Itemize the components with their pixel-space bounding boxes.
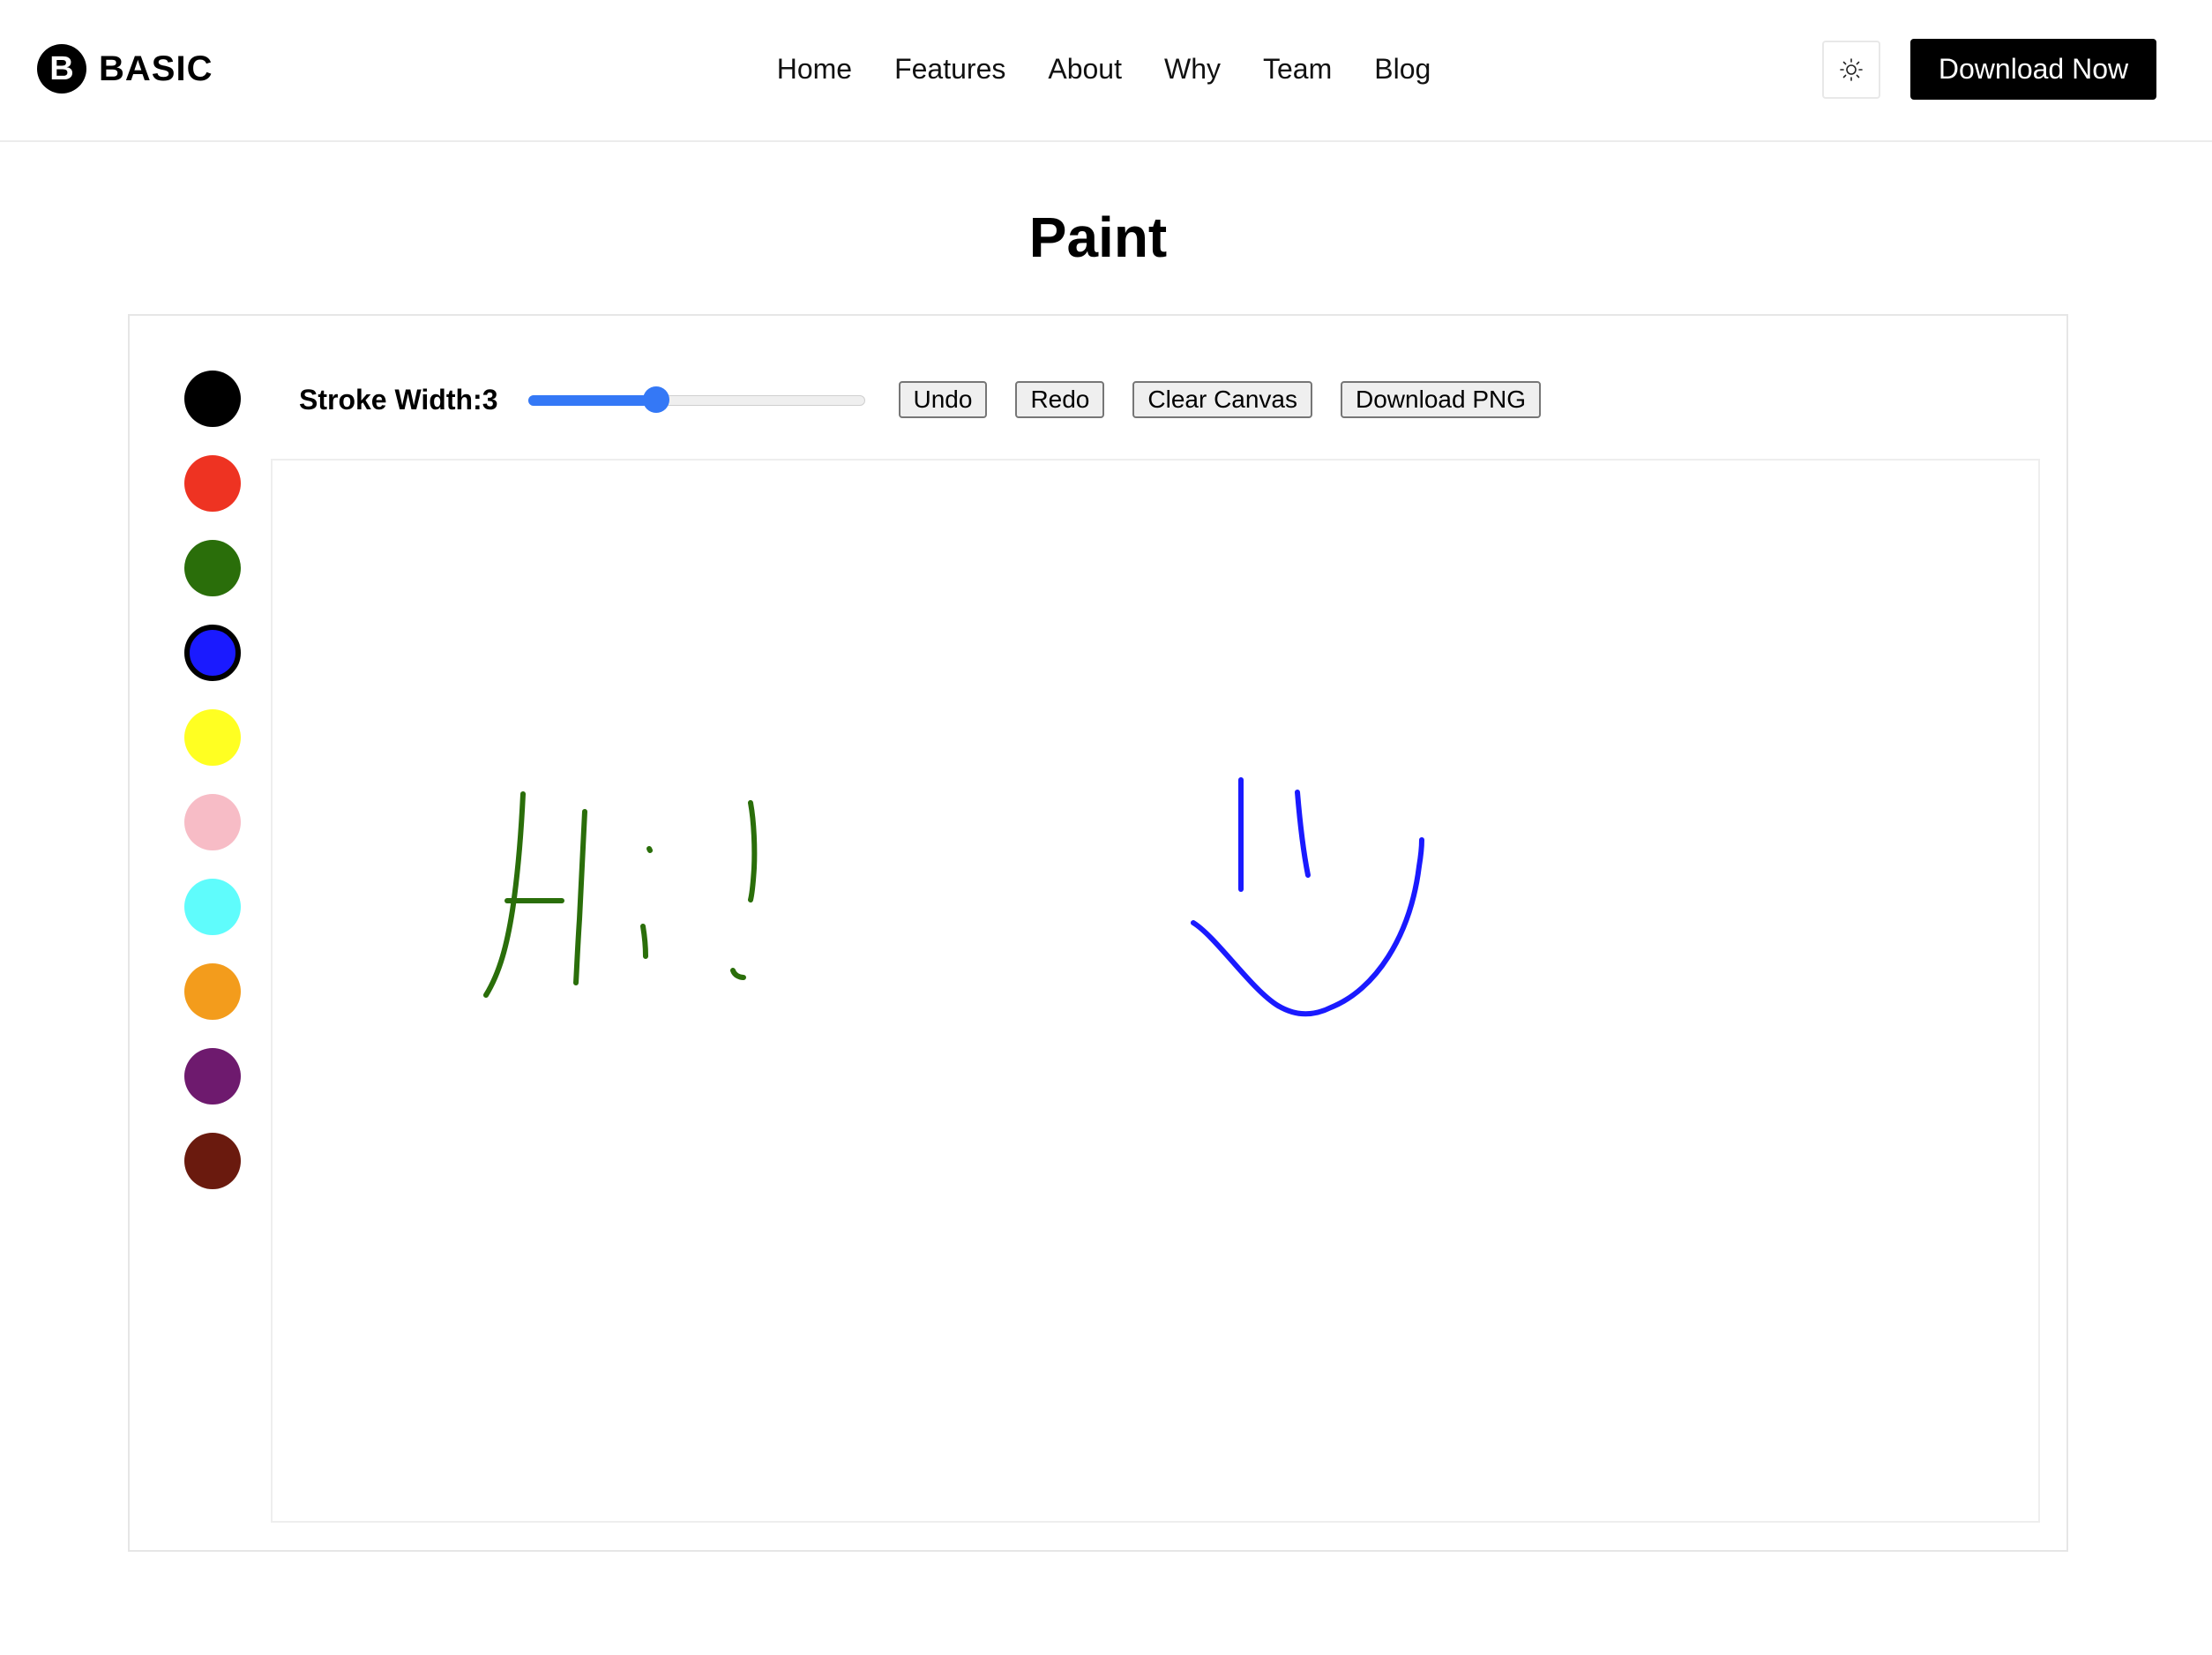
theme-toggle-button[interactable] xyxy=(1822,41,1880,99)
paint-toolbar: Stroke Width:3 Undo Redo Clear Canvas Do… xyxy=(299,379,1541,420)
stroke-width-slider[interactable] xyxy=(527,379,865,420)
sun-icon xyxy=(1840,58,1863,81)
drawing-layer xyxy=(483,777,1424,1017)
download-png-button[interactable]: Download PNG xyxy=(1341,381,1541,418)
smiley-strokes xyxy=(1191,777,1424,1017)
color-swatch[interactable] xyxy=(184,963,241,1020)
drawing-canvas[interactable] xyxy=(271,459,2040,1523)
nav-why[interactable]: Why xyxy=(1164,49,1221,89)
nav-team[interactable]: Team xyxy=(1263,49,1332,89)
slider-thumb[interactable] xyxy=(642,386,669,413)
color-swatch[interactable] xyxy=(184,1048,241,1105)
nav-home[interactable]: Home xyxy=(777,49,852,89)
page-title: Paint xyxy=(1028,206,1168,269)
redo-button[interactable]: Redo xyxy=(1015,381,1105,418)
nav-blog[interactable]: Blog xyxy=(1374,49,1431,89)
color-swatch[interactable] xyxy=(184,455,241,512)
color-swatch[interactable] xyxy=(184,625,241,681)
color-swatch[interactable] xyxy=(184,371,241,427)
color-palette xyxy=(184,371,241,1217)
nav-about[interactable]: About xyxy=(1048,49,1122,89)
smiley-right-eye xyxy=(1295,790,1311,878)
nav-features[interactable]: Features xyxy=(894,49,1005,89)
exclamation-dot xyxy=(730,968,746,980)
letter-h-right-stroke xyxy=(573,809,587,985)
brand-name: BASIC xyxy=(99,49,213,88)
stroke-width-label: Stroke Width:3 xyxy=(299,383,498,416)
slider-fill xyxy=(527,395,656,406)
exclamation-stroke xyxy=(748,800,758,902)
download-now-button[interactable]: Download Now xyxy=(1910,39,2156,100)
logo-mark-icon: B xyxy=(37,44,86,94)
color-swatch[interactable] xyxy=(184,709,241,766)
color-swatch[interactable] xyxy=(184,540,241,596)
letter-i-dot xyxy=(646,846,653,853)
color-swatch[interactable] xyxy=(184,879,241,935)
color-swatch[interactable] xyxy=(184,1133,241,1189)
letter-i-stroke xyxy=(640,924,648,959)
brand-logo[interactable]: B BASIC xyxy=(37,44,213,94)
paint-panel: Stroke Width:3 Undo Redo Clear Canvas Do… xyxy=(128,314,2068,1552)
site-header: B BASIC Home Features About Why Team Blo… xyxy=(0,0,2212,142)
undo-button[interactable]: Undo xyxy=(898,381,988,418)
clear-canvas-button[interactable]: Clear Canvas xyxy=(1132,381,1313,418)
letter-h-left-stroke xyxy=(483,791,526,998)
color-swatch[interactable] xyxy=(184,794,241,850)
greeting-strokes xyxy=(483,791,758,998)
